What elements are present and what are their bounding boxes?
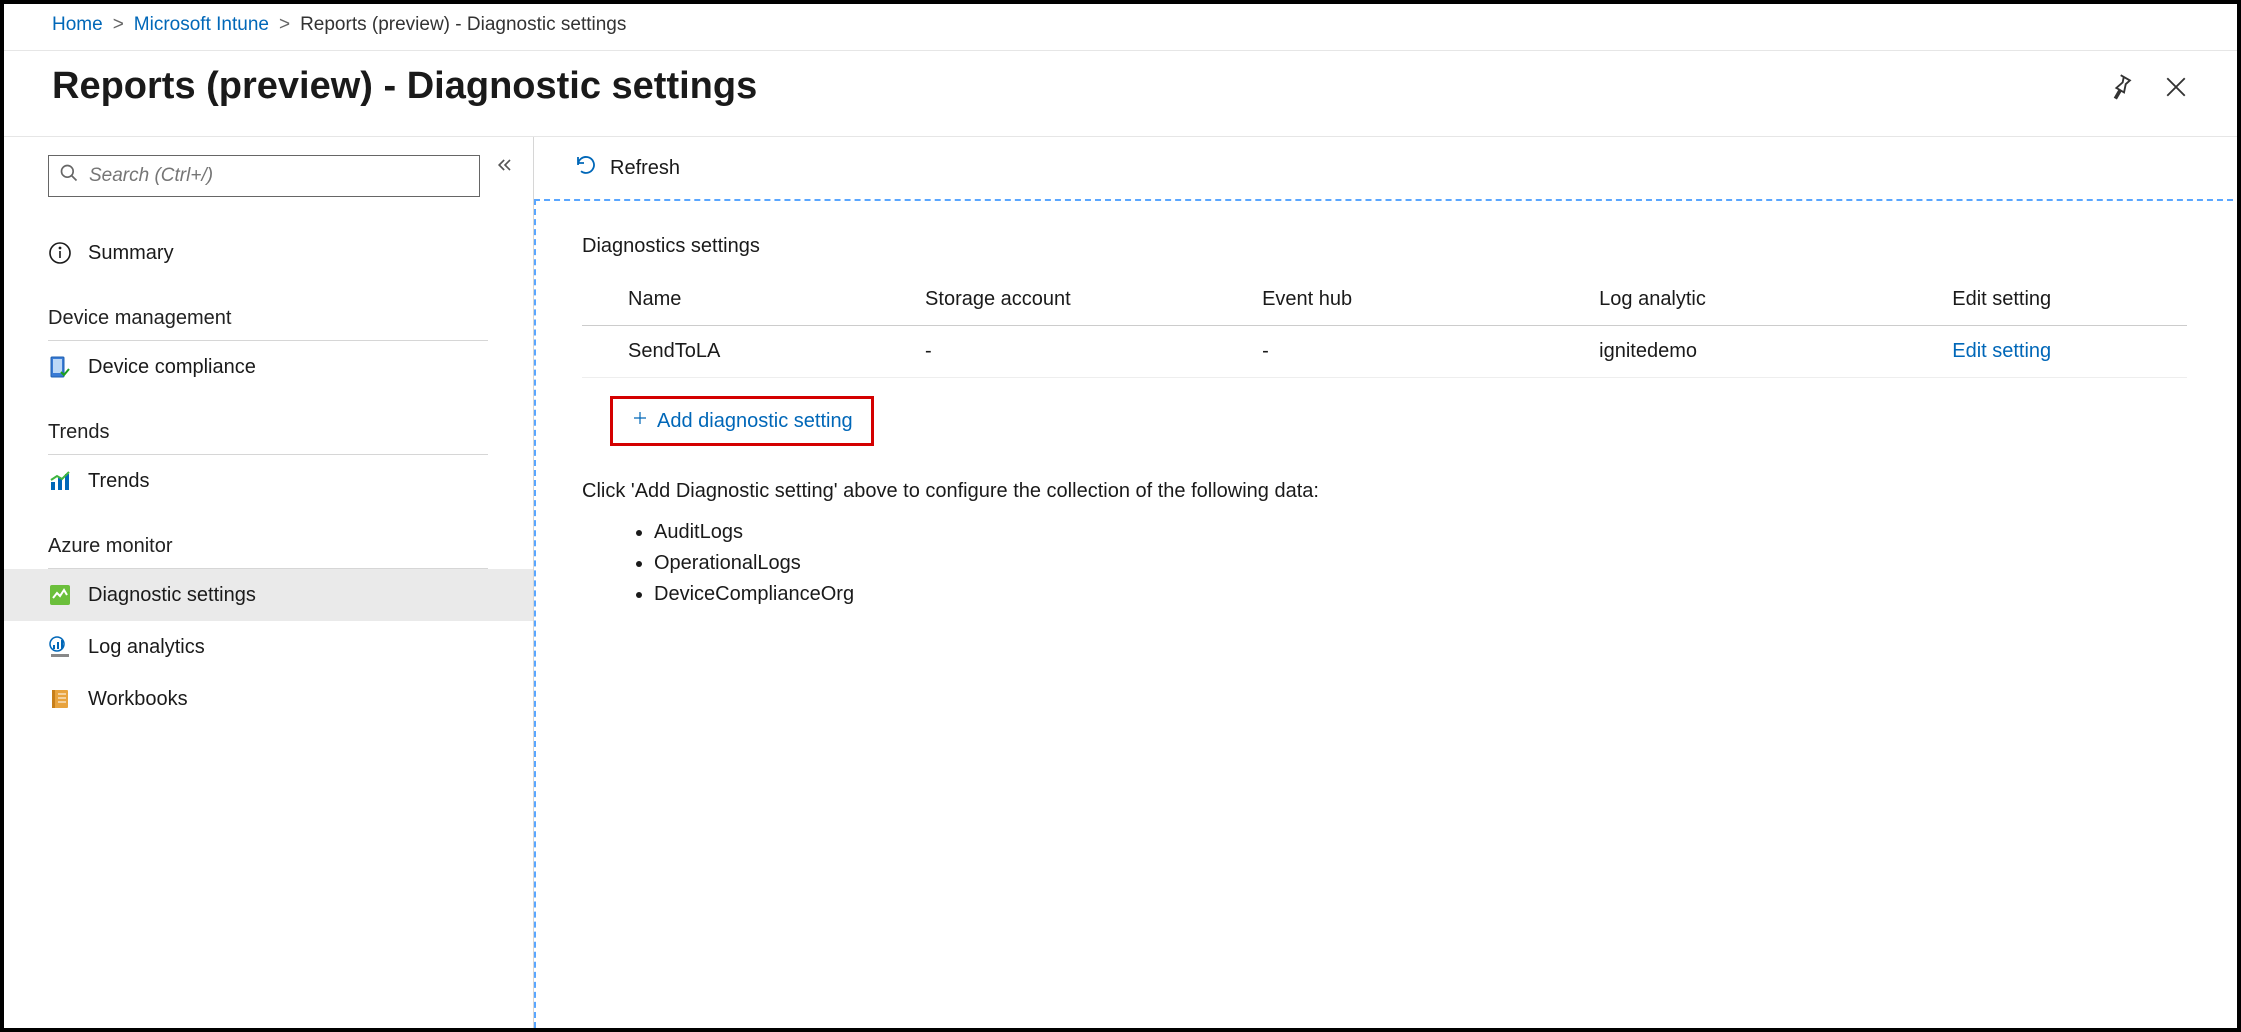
- edit-setting-link[interactable]: Edit setting: [1952, 340, 2051, 362]
- list-item: OperationalLogs: [654, 548, 2187, 579]
- search-input[interactable]: [79, 165, 469, 187]
- sidebar: Summary Device management Device complia…: [4, 137, 534, 1028]
- col-storage: Storage account: [919, 278, 1256, 326]
- add-diagnostic-setting-button[interactable]: Add diagnostic setting: [610, 396, 874, 446]
- sidebar-item-label: Log analytics: [88, 636, 205, 659]
- sidebar-item-device-compliance[interactable]: Device compliance: [4, 341, 533, 393]
- sidebar-item-diagnostic-settings[interactable]: Diagnostic settings: [4, 569, 533, 621]
- workbooks-icon: [48, 687, 72, 711]
- sidebar-group-trends: Trends: [48, 421, 488, 455]
- sidebar-item-label: Workbooks: [88, 688, 188, 711]
- sidebar-item-label: Trends: [88, 470, 150, 493]
- log-analytics-icon: [48, 635, 72, 659]
- pin-icon[interactable]: [2105, 72, 2135, 102]
- refresh-button[interactable]: Refresh: [574, 153, 680, 183]
- sidebar-item-label: Device compliance: [88, 356, 256, 379]
- title-bar: Reports (preview) - Diagnostic settings: [4, 51, 2237, 137]
- cell-storage: -: [919, 326, 1256, 378]
- col-name: Name: [582, 278, 919, 326]
- info-icon: [48, 241, 72, 265]
- section-label: Diagnostics settings: [582, 235, 2187, 258]
- page-title: Reports (preview) - Diagnostic settings: [52, 65, 2105, 108]
- chevron-right-icon: >: [113, 14, 124, 36]
- breadcrumb-intune[interactable]: Microsoft Intune: [134, 14, 269, 36]
- sidebar-group-azure-monitor: Azure monitor: [48, 535, 488, 569]
- sidebar-item-trends[interactable]: Trends: [4, 455, 533, 507]
- command-bar: Refresh: [534, 137, 2237, 199]
- device-compliance-icon: [48, 355, 72, 379]
- sidebar-item-label: Diagnostic settings: [88, 584, 256, 607]
- sidebar-group-device-management: Device management: [48, 307, 488, 341]
- sidebar-item-log-analytics[interactable]: Log analytics: [4, 621, 533, 673]
- info-text: Click 'Add Diagnostic setting' above to …: [582, 480, 2187, 503]
- trends-icon: [48, 469, 72, 493]
- refresh-label: Refresh: [610, 157, 680, 180]
- list-item: DeviceComplianceOrg: [654, 579, 2187, 610]
- col-loganalytic: Log analytic: [1593, 278, 1946, 326]
- breadcrumb-home[interactable]: Home: [52, 14, 103, 36]
- col-eventhub: Event hub: [1256, 278, 1593, 326]
- search-icon: [59, 163, 79, 189]
- diagnostic-settings-icon: [48, 583, 72, 607]
- breadcrumb-current: Reports (preview) - Diagnostic settings: [300, 14, 626, 36]
- refresh-icon: [574, 153, 598, 183]
- chevron-right-icon: >: [279, 14, 290, 36]
- breadcrumb: Home > Microsoft Intune > Reports (previ…: [4, 4, 2237, 51]
- data-types-list: AuditLogs OperationalLogs DeviceComplian…: [582, 517, 2187, 610]
- cell-eventhub: -: [1256, 326, 1593, 378]
- search-input-wrap[interactable]: [48, 155, 480, 197]
- diagnostics-table: Name Storage account Event hub Log analy…: [582, 278, 2187, 378]
- main-content: Refresh Diagnostics settings Name Storag…: [534, 137, 2237, 1028]
- table-row: SendToLA - - ignitedemo Edit setting: [582, 326, 2187, 378]
- sidebar-item-label: Summary: [88, 242, 174, 265]
- plus-icon: [631, 409, 649, 433]
- list-item: AuditLogs: [654, 517, 2187, 548]
- collapse-sidebar-icon[interactable]: [495, 155, 515, 181]
- col-edit: Edit setting: [1946, 278, 2187, 326]
- close-icon[interactable]: [2161, 72, 2191, 102]
- sidebar-item-summary[interactable]: Summary: [4, 227, 533, 279]
- cell-name: SendToLA: [582, 326, 919, 378]
- cell-loganalytic: ignitedemo: [1593, 326, 1946, 378]
- sidebar-item-workbooks[interactable]: Workbooks: [4, 673, 533, 725]
- add-diagnostic-label: Add diagnostic setting: [657, 410, 853, 433]
